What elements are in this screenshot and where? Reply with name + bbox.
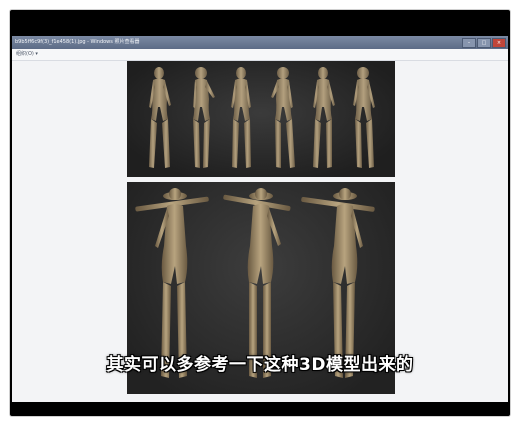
window-title: b9b5ff6c9f(3)_f1e458(1).jpg - Windows 照片… — [15, 39, 140, 45]
close-button[interactable]: × — [492, 38, 506, 48]
video-frame: b9b5ff6c9f(3)_f1e458(1).jpg - Windows 照片… — [10, 10, 510, 416]
maximize-button[interactable]: □ — [477, 38, 491, 48]
viewer-toolbar: 组织(O) ▾ — [12, 49, 508, 61]
reference-image-top — [127, 61, 395, 177]
figure-turnaround-icon — [149, 67, 375, 168]
minimize-button[interactable]: – — [462, 38, 476, 48]
frame: b9b5ff6c9f(3)_f1e458(1).jpg - Windows 照片… — [0, 0, 520, 426]
organize-menu[interactable]: 组织(O) ▾ — [12, 51, 38, 57]
screen: b9b5ff6c9f(3)_f1e458(1).jpg - Windows 照片… — [12, 36, 508, 402]
window-titlebar: b9b5ff6c9f(3)_f1e458(1).jpg - Windows 照片… — [12, 36, 508, 49]
video-subtitle: 其实可以多参考一下这种3D模型出来的 — [106, 355, 414, 375]
window-controls: – □ × — [462, 38, 506, 48]
